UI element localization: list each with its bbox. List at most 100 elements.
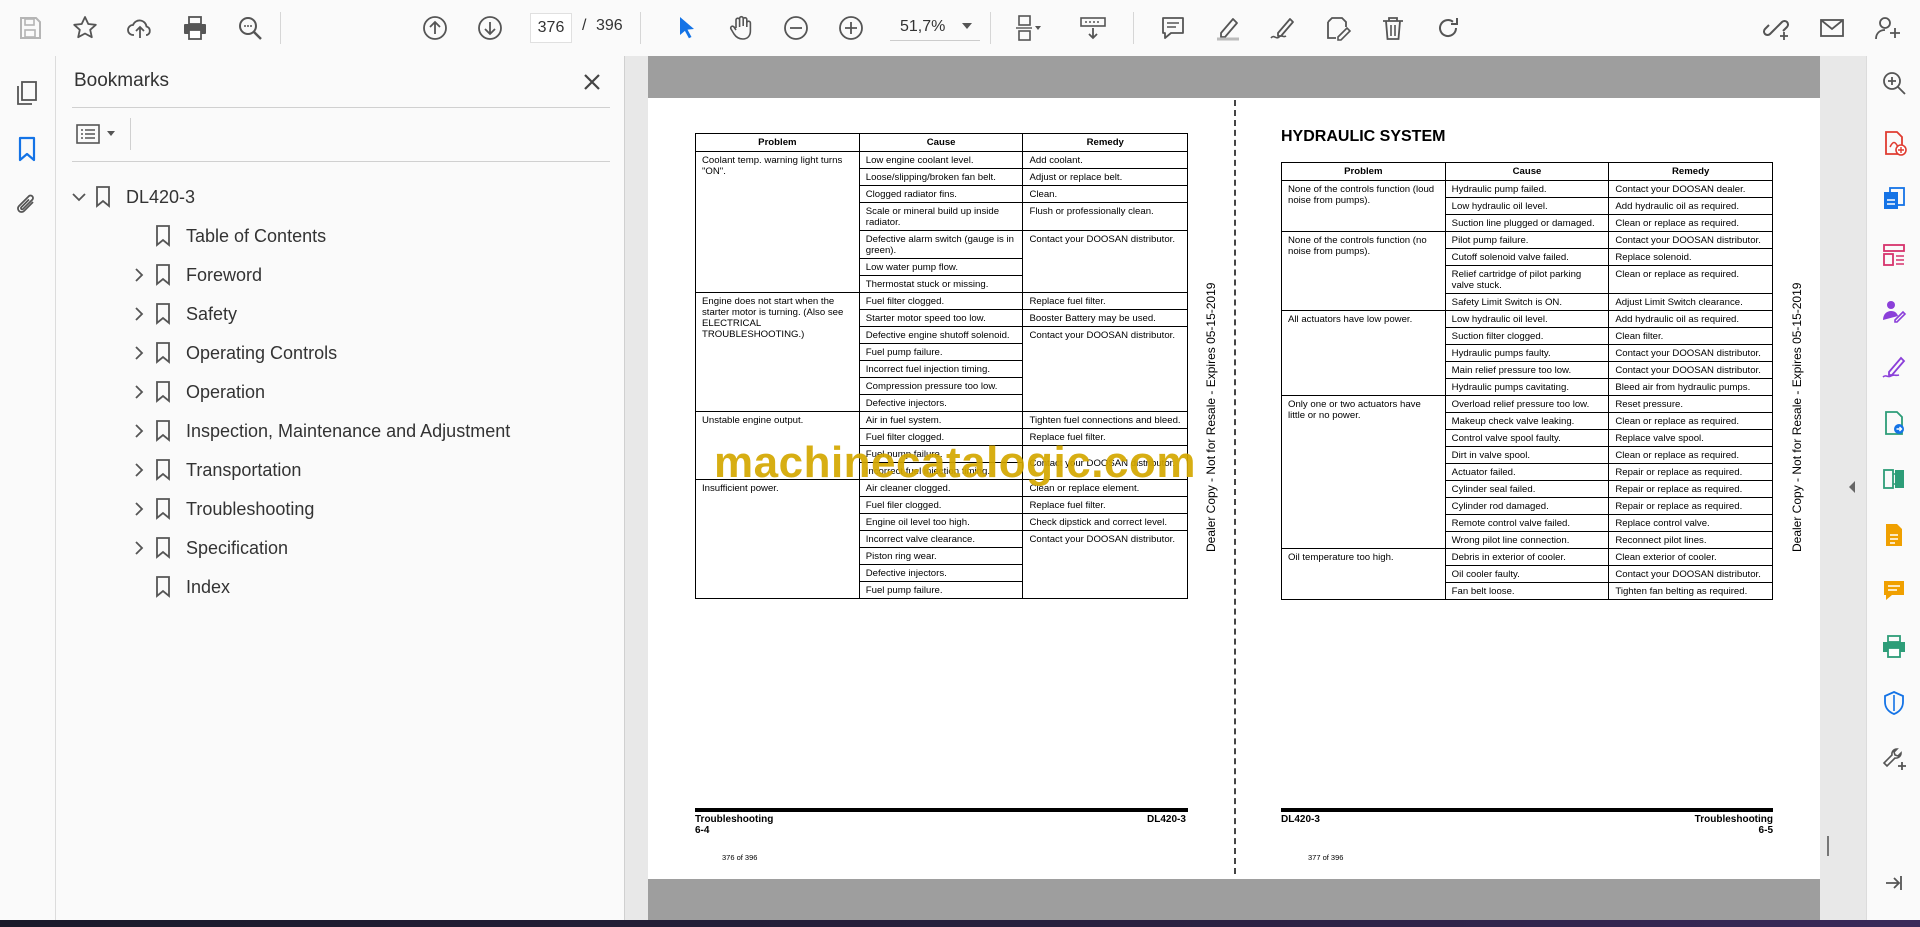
remedy-cell: Contact your DOOSAN distributor.: [1608, 361, 1773, 379]
bookmark-item[interactable]: Operating Controls: [126, 338, 337, 368]
email-icon[interactable]: [1814, 10, 1850, 46]
bookmark-root[interactable]: DL420-3: [66, 182, 195, 212]
table-row: Unstable engine output. Air in fuel syste…: [695, 411, 1188, 480]
chevron-right-icon[interactable]: [126, 416, 152, 446]
problem-cell: All actuators have low power.: [1281, 310, 1446, 396]
bookmark-options-button[interactable]: [76, 118, 122, 150]
expand-panel-icon[interactable]: [1877, 866, 1911, 900]
remedy-cell: Replace fuel filter.: [1022, 292, 1188, 310]
remedy-cell: Replace solenoid.: [1608, 248, 1773, 266]
bookmark-item[interactable]: Inspection, Maintenance and Adjustment: [126, 416, 510, 446]
bookmark-label: Index: [186, 576, 231, 597]
page-layout-icon[interactable]: [1005, 10, 1051, 46]
print-icon[interactable]: [177, 10, 213, 46]
remedy-cell: Clean filter.: [1608, 327, 1773, 345]
hand-tool-icon[interactable]: [723, 10, 759, 46]
bookmark-label: Operation: [186, 381, 266, 402]
cause-cell: Overload relief pressure too low.: [1444, 395, 1610, 413]
remedy-cell: Clean or replace as required.: [1608, 412, 1773, 430]
chevron-right-icon[interactable]: [126, 260, 152, 290]
remedy-cell: Add hydraulic oil as required.: [1608, 310, 1773, 328]
cloud-upload-icon[interactable]: [122, 10, 158, 46]
edit-pdf-icon[interactable]: [1877, 518, 1911, 552]
collapse-right-panel-icon[interactable]: [1847, 480, 1857, 499]
chevron-right-icon[interactable]: [126, 533, 152, 563]
scrollbar-thumb[interactable]: [1827, 836, 1829, 856]
share-link-icon[interactable]: [1758, 10, 1794, 46]
bookmarks-icon[interactable]: [10, 132, 44, 166]
remedy-cell: Repair or replace as required.: [1608, 463, 1773, 481]
rotate-icon[interactable]: [1430, 10, 1466, 46]
cause-cell: Thermostat stuck or missing.: [858, 275, 1024, 293]
delete-icon[interactable]: [1375, 10, 1411, 46]
page-number-input[interactable]: 376: [530, 13, 572, 43]
chevron-right-icon[interactable]: [126, 377, 152, 407]
chevron-right-icon[interactable]: [126, 338, 152, 368]
compare-files-icon[interactable]: [1877, 462, 1911, 496]
bookmark-item[interactable]: Transportation: [126, 455, 301, 485]
bookmark-item[interactable]: Safety: [126, 299, 237, 329]
problem-cell: Engine does not start when the starter m…: [695, 292, 860, 412]
cause-cell: Actuator failed.: [1444, 463, 1610, 481]
highlight-pen-icon[interactable]: [1210, 10, 1246, 46]
previous-page-icon[interactable]: [417, 10, 453, 46]
zoom-in-icon[interactable]: [833, 10, 869, 46]
bookmark-item[interactable]: Foreword: [126, 260, 262, 290]
chevron-down-icon[interactable]: [66, 182, 92, 212]
draw-signature-icon[interactable]: [1265, 10, 1301, 46]
send-for-review-icon[interactable]: [1877, 406, 1911, 440]
export-pdf-icon[interactable]: [1877, 182, 1911, 216]
comment-tool-icon[interactable]: [1877, 574, 1911, 608]
page-thumbnails-icon[interactable]: [10, 76, 44, 110]
bookmark-item[interactable]: Specification: [126, 533, 288, 563]
close-panel-button[interactable]: [578, 68, 606, 96]
organize-pages-icon[interactable]: [1877, 238, 1911, 272]
bookmark-item[interactable]: Table of Contents: [126, 221, 326, 251]
print-production-icon[interactable]: [1877, 630, 1911, 664]
comment-icon[interactable]: [1155, 10, 1191, 46]
cause-cell: Incorrect valve clearance.: [858, 530, 1024, 548]
right-page-of: 377 of 396: [1308, 853, 1344, 862]
remedy-cell: Replace valve spool.: [1608, 429, 1773, 447]
star-icon[interactable]: [67, 10, 103, 46]
right-troubleshooting-table: Problem Cause Remedy None of the control…: [1281, 162, 1773, 600]
bookmark-icon: [152, 299, 174, 329]
account-icon[interactable]: [1870, 10, 1906, 46]
save-icon[interactable]: [12, 10, 48, 46]
zoom-level-select[interactable]: 51,7%: [890, 13, 980, 41]
remedy-cell: Check dipstick and correct level.: [1022, 513, 1188, 531]
scroll-mode-icon[interactable]: [1073, 10, 1113, 46]
problem-cell: None of the controls function (no noise …: [1281, 231, 1446, 311]
edit-text-icon[interactable]: [1320, 10, 1356, 46]
attachments-icon[interactable]: [10, 188, 44, 222]
request-signatures-icon[interactable]: [1877, 294, 1911, 328]
chevron-right-icon[interactable]: [126, 455, 152, 485]
bookmarks-panel-title: Bookmarks: [74, 70, 170, 91]
chevron-right-icon[interactable]: [126, 494, 152, 524]
remedy-cell: Add hydraulic oil as required.: [1608, 197, 1773, 215]
bookmark-icon: [152, 260, 174, 290]
protect-shield-icon[interactable]: [1877, 686, 1911, 720]
cause-cell: Cylinder rod damaged.: [1444, 497, 1610, 515]
fill-sign-icon[interactable]: [1877, 350, 1911, 384]
create-pdf-icon[interactable]: [1877, 126, 1911, 160]
chevron-right-icon[interactable]: [126, 299, 152, 329]
select-cursor-icon[interactable]: [668, 10, 704, 46]
left-footer-model: DL420-3: [1147, 814, 1186, 825]
more-tools-icon[interactable]: [1877, 742, 1911, 776]
cause-cell: Low engine coolant level.: [858, 151, 1024, 169]
zoom-tool-icon[interactable]: [1877, 66, 1911, 100]
column-header-remedy: Remedy: [1608, 162, 1773, 181]
zoom-out-icon[interactable]: [778, 10, 814, 46]
cause-cell: Fuel pump failure.: [858, 343, 1024, 361]
next-page-icon[interactable]: [472, 10, 508, 46]
bookmark-item[interactable]: Operation: [126, 377, 265, 407]
cause-cell: Incorrect fuel injection timing.: [858, 360, 1024, 378]
zoom-search-icon[interactable]: [232, 10, 268, 46]
bookmark-item[interactable]: Index: [126, 572, 230, 602]
bookmark-item[interactable]: Troubleshooting: [126, 494, 314, 524]
section-title: HYDRAULIC SYSTEM: [1281, 128, 1446, 145]
problem-cell: Only one or two actuators have little or…: [1281, 395, 1446, 549]
column-header-cause: Cause: [1444, 162, 1610, 181]
cause-cell: Low water pump flow.: [858, 258, 1024, 276]
